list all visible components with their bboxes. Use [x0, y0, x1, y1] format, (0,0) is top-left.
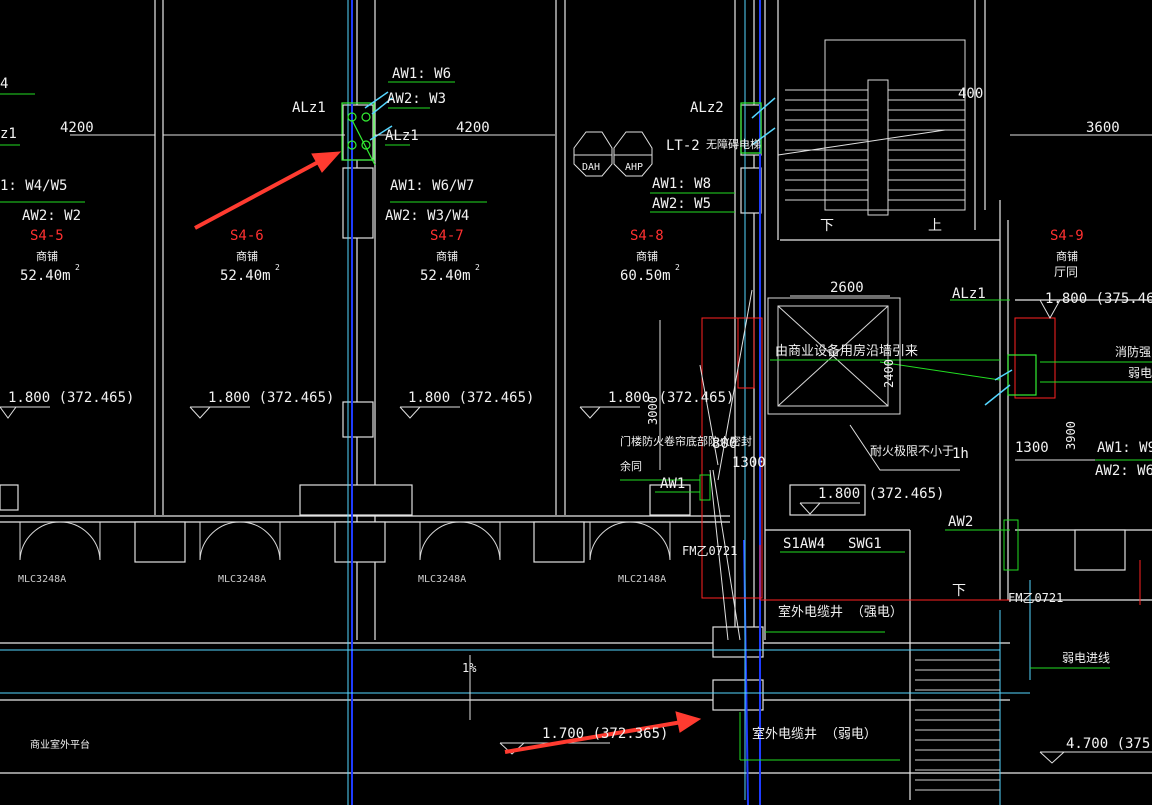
unit-area-sup: 2	[75, 263, 80, 272]
unit-id: S4-6	[230, 228, 264, 244]
label-fire-a: 消防强电	[1115, 344, 1152, 359]
dim-door: 800	[712, 436, 737, 452]
label-fire-hours: 1h	[952, 446, 969, 462]
unit-area-sup: 2	[475, 263, 480, 272]
level-platform: 1.700 (372.365)	[542, 726, 668, 742]
dim-span-left: 4200	[60, 120, 94, 136]
label-aw1-door: AW1	[660, 476, 685, 492]
label-aw1-w8: AW1: W8	[652, 176, 711, 192]
unit-door-code: MLC2148A	[618, 574, 666, 585]
label-weak-inlet: 弱电进线	[1062, 651, 1110, 665]
label-fire-b: 弱电井	[1128, 366, 1152, 380]
level-corridor: 1.800 (372.465)	[818, 486, 944, 502]
unit-use: 商铺	[236, 249, 258, 263]
label-stair-down-b: 下	[952, 583, 966, 599]
unit-area: 52.40m	[20, 268, 71, 284]
label-cable-intro: 由商业设备用房沿墙引来	[775, 343, 918, 359]
cad-drawing-canvas[interactable]: 4 z1 1: W4/W5 AW2: W2 4200 4200 3600 ALz…	[0, 0, 1152, 805]
unit-use: 商铺	[1056, 249, 1078, 263]
label-aw2-right: AW2	[948, 514, 973, 530]
unit-id: S4-8	[630, 228, 664, 244]
unit-use: 商铺	[36, 249, 58, 263]
label-fire-wall: 耐火极限不小于	[870, 444, 954, 458]
label-alz2: ALz2	[690, 100, 724, 116]
label-aw2-w3w4: AW2: W3/W4	[385, 208, 469, 224]
label-shaft-strong: 室外电缆井 （强电）	[778, 604, 903, 620]
label-fireproof-door-b: 余同	[620, 459, 642, 473]
unit-area: 52.40m	[420, 268, 471, 284]
label-edge-4: 4	[0, 76, 8, 92]
level-right: 1.800 (375.46	[1045, 291, 1152, 307]
label-fm2: FM乙0721	[1008, 591, 1063, 605]
dim-right-vert: 3900	[1064, 421, 1078, 450]
label-aw1-w6w7: AW1: W6/W7	[390, 178, 474, 194]
label-lt2: LT-2	[666, 138, 700, 154]
label-aw2-w2: AW2: W2	[22, 208, 81, 224]
label-platform: 商业室外平台	[30, 738, 90, 751]
label-aw2-w6: AW2: W6	[1095, 463, 1152, 479]
label-alz1-right: ALz1	[952, 286, 986, 302]
unit-level: 1.800 (372.465)	[608, 390, 734, 406]
label-aw2-w3: AW2: W3	[387, 91, 446, 107]
unit-door-code: MLC3248A	[18, 574, 66, 585]
unit-area-sup: 2	[275, 263, 280, 272]
unit-use: 商铺	[636, 249, 658, 263]
unit-use: 商铺	[436, 249, 458, 263]
unit-door-code: MLC3248A	[218, 574, 266, 585]
dim-span-mid: 4200	[456, 120, 490, 136]
level-far-right: 4.700 (375.36	[1066, 736, 1152, 752]
label-hex-b: AHP	[625, 162, 643, 173]
label-edge-w4w5: 1: W4/W5	[0, 178, 67, 194]
unit-area: 60.50m	[620, 268, 671, 284]
unit-id: S4-5	[30, 228, 64, 244]
label-lt2-sub: 无障碍电梯	[706, 137, 761, 151]
label-alz1-b: ALz1	[385, 128, 419, 144]
label-aw2-w5: AW2: W5	[652, 196, 711, 212]
unit-id: S4-7	[430, 228, 464, 244]
unit-door-code: MLC3248A	[418, 574, 466, 585]
label-fm1: FM乙0721	[682, 544, 737, 558]
label-aw1-w9: AW1: W9	[1097, 440, 1152, 456]
label-alz1-a: ALz1	[292, 100, 326, 116]
label-stair-down: 下	[820, 218, 834, 234]
unit-level: 1.800 (372.465)	[208, 390, 334, 406]
unit-level: 1.800 (372.465)	[8, 390, 134, 406]
label-slope: 1%	[462, 661, 477, 675]
unit-area-sup: 2	[675, 263, 680, 272]
dim-right: 1300	[1015, 440, 1049, 456]
dim-stair-width: 2600	[830, 280, 864, 296]
dim-corridor: 1300	[732, 455, 766, 471]
label-shaft-weak: 室外电缆井 （弱电）	[752, 726, 877, 742]
dim-span-right: 3600	[1086, 120, 1120, 136]
unit-id: S4-9	[1050, 228, 1084, 244]
unit-area: 厅同	[1054, 265, 1078, 279]
label-aw1-w6: AW1: W6	[392, 66, 451, 82]
label-hex-a: DAH	[582, 162, 600, 173]
unit-area: 52.40m	[220, 268, 271, 284]
dim-stair: 400	[958, 86, 983, 102]
dim-stair-height: 2400	[882, 359, 896, 388]
label-swg1: SWG1	[848, 536, 882, 552]
unit-level: 1.800 (372.465)	[408, 390, 534, 406]
label-stair-up: 上	[928, 218, 942, 234]
label-s1aw4: S1AW4	[783, 536, 825, 552]
label-edge-z1: z1	[0, 126, 17, 142]
